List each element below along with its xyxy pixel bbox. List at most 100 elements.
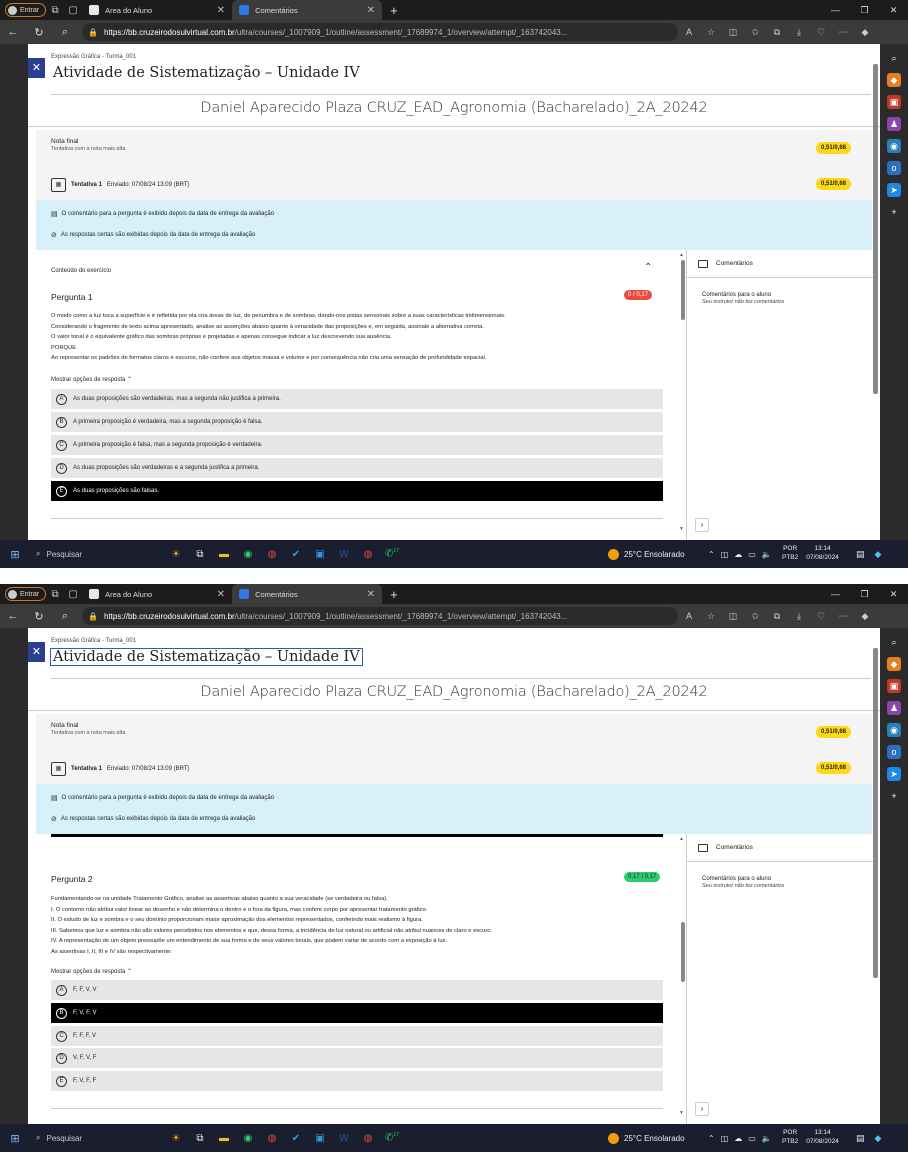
copilot-icon[interactable]: ◉ [887,723,901,737]
answer-option-e[interactable]: E F, V, F, F [51,1071,663,1091]
url-input[interactable]: 🔒 https://bb.cruzeirodosulvirtual.com.br/… [82,23,678,41]
edge-icon[interactable]: ◉ [236,549,260,560]
send-icon[interactable]: ➤ [887,183,901,197]
attempt-row[interactable]: ▦ Tentativa 1 Enviado: 07/08/24 13:09 (BRT… [51,762,190,776]
games-icon[interactable]: ♟ [887,701,901,715]
extensions-icon[interactable]: ♡ [810,611,832,622]
minimize-icon[interactable]: — [821,584,850,604]
tab-actions-icon[interactable]: ▢ [64,589,82,600]
scroll-up-icon[interactable]: ▲ [679,252,684,258]
network-icon[interactable]: ☁ [734,550,742,559]
page-scrollbar[interactable] [873,54,878,394]
add-icon[interactable]: + [887,789,901,803]
copilot-icon[interactable]: ◆ [854,27,876,38]
search-icon[interactable]: ⌕ [887,635,901,649]
show-options-toggle[interactable]: Mostrar opções de resposta ⌃ [51,968,132,975]
chevron-up-icon[interactable]: ⌃ [708,550,715,559]
expand-comments-button[interactable]: › [695,1102,709,1116]
file-explorer-icon[interactable]: ▬ [212,1133,236,1144]
file-explorer-icon[interactable]: ▬ [212,549,236,560]
word-icon[interactable]: W [332,1133,356,1144]
todo-icon[interactable]: ✔ [284,549,308,560]
close-tab-icon[interactable]: ✕ [367,589,375,600]
copilot-icon[interactable]: ◆ [875,549,882,560]
back-icon[interactable]: ← [0,610,26,622]
volume-icon[interactable]: 🔈 [762,550,772,559]
display-icon[interactable]: ▭ [748,1134,756,1143]
games-icon[interactable]: ♟ [887,117,901,131]
notifications-icon[interactable]: ▤ [856,1133,865,1144]
answer-option-c[interactable]: C F, F, F, V [51,1026,663,1046]
tab-comentarios[interactable]: Comentários ✕ [232,0,383,20]
downloads-icon[interactable]: ⤓ [788,611,810,622]
tray-app-icon[interactable]: ◫ [721,550,729,559]
chevron-up-icon[interactable]: ⌃ [708,1134,715,1143]
weather-widget[interactable]: 25°C Ensolarado [608,540,685,568]
favorites-icon[interactable]: ✩ [744,611,766,622]
widgets-icon[interactable]: ☀ [164,1133,188,1144]
store-icon[interactable]: ▣ [308,549,332,560]
start-icon[interactable]: ⊞ [0,548,30,561]
close-tab-icon[interactable]: ✕ [217,5,225,16]
search-icon[interactable]: ⌕ [887,51,901,65]
clock[interactable]: POR PTB2 13:14 07/08/2024 [782,544,839,562]
notifications-icon[interactable]: ▤ [856,549,865,560]
split-screen-icon[interactable]: ◫ [722,611,744,622]
content-scrollbar[interactable]: ▲ ▼ [679,252,686,532]
close-tab-icon[interactable]: ✕ [217,589,225,600]
scroll-thumb[interactable] [681,922,685,982]
tab-actions-icon[interactable]: ▢ [64,5,82,16]
scroll-down-icon[interactable]: ▼ [679,1110,684,1116]
workspaces-icon[interactable]: ⧉ [46,5,64,16]
scroll-up-icon[interactable]: ▲ [679,836,684,842]
content-scrollbar[interactable]: ▲ ▼ [679,836,686,1116]
copilot-icon[interactable]: ◆ [854,611,876,622]
profile-button[interactable]: Entrar [5,587,47,601]
favorite-star-icon[interactable]: ☆ [700,27,722,38]
restore-icon[interactable]: ❐ [850,584,879,604]
scroll-thumb[interactable] [873,64,878,394]
workspaces-icon[interactable]: ⧉ [46,589,64,600]
task-view-icon[interactable]: ⧉ [188,549,212,560]
word-icon[interactable]: W [332,549,356,560]
taskbar-search[interactable]: ⌕ Pesquisar [30,544,164,564]
read-aloud-icon[interactable]: A [678,611,700,621]
expand-comments-button[interactable]: › [695,518,709,532]
add-icon[interactable]: + [887,205,901,219]
todo-icon[interactable]: ✔ [284,1133,308,1144]
search-icon[interactable]: ⌕ [52,26,78,39]
chrome-icon[interactable]: ◍ [260,1133,284,1144]
scroll-thumb[interactable] [873,648,878,978]
back-icon[interactable]: ← [0,26,26,38]
minimize-icon[interactable]: — [821,0,850,20]
answer-option-d[interactable]: D As duas proposições são verdadeiras e a… [51,458,663,478]
close-window-icon[interactable]: ✕ [879,0,908,20]
chevron-up-icon[interactable]: ⌃ [644,262,652,273]
chrome-profile-icon[interactable]: ◍ [356,549,380,560]
task-view-icon[interactable]: ⧉ [188,1133,212,1144]
close-window-icon[interactable]: ✕ [879,584,908,604]
show-options-toggle[interactable]: Mostrar opções de resposta ⌃ [51,376,132,383]
widgets-icon[interactable]: ☀ [164,549,188,560]
volume-icon[interactable]: 🔈 [762,1134,772,1143]
close-panel-button[interactable]: ✕ [28,642,45,662]
chrome-icon[interactable]: ◍ [260,549,284,560]
scroll-thumb[interactable] [681,260,685,320]
copilot-icon[interactable]: ◆ [875,1133,882,1144]
more-menu-icon[interactable]: ⋯ [832,611,854,622]
extensions-icon[interactable]: ♡ [810,27,832,38]
new-tab-icon[interactable]: + [390,3,398,18]
read-aloud-icon[interactable]: A [678,27,700,37]
answer-option-b[interactable]: B A primeira proposição é verdadeira, mas… [51,412,663,432]
favorite-star-icon[interactable]: ☆ [700,611,722,622]
clock[interactable]: POR PTB2 13:14 07/08/2024 [782,1128,839,1146]
taskbar-search[interactable]: ⌕ Pesquisar [30,1128,164,1148]
weather-widget[interactable]: 25°C Ensolarado [608,1124,685,1152]
tab-area-aluno[interactable]: Area do Aluno ✕ [82,0,232,20]
start-icon[interactable]: ⊞ [0,1132,30,1145]
attempt-row[interactable]: ▦ Tentativa 1 Enviado: 07/08/24 13:09 (BRT… [51,178,190,192]
refresh-icon[interactable]: ↻ [26,26,52,39]
tab-area-aluno[interactable]: Area do Aluno ✕ [82,584,232,604]
send-icon[interactable]: ➤ [887,767,901,781]
answer-option-a[interactable]: A As duas proposições são verdadeiras, ma… [51,389,663,409]
